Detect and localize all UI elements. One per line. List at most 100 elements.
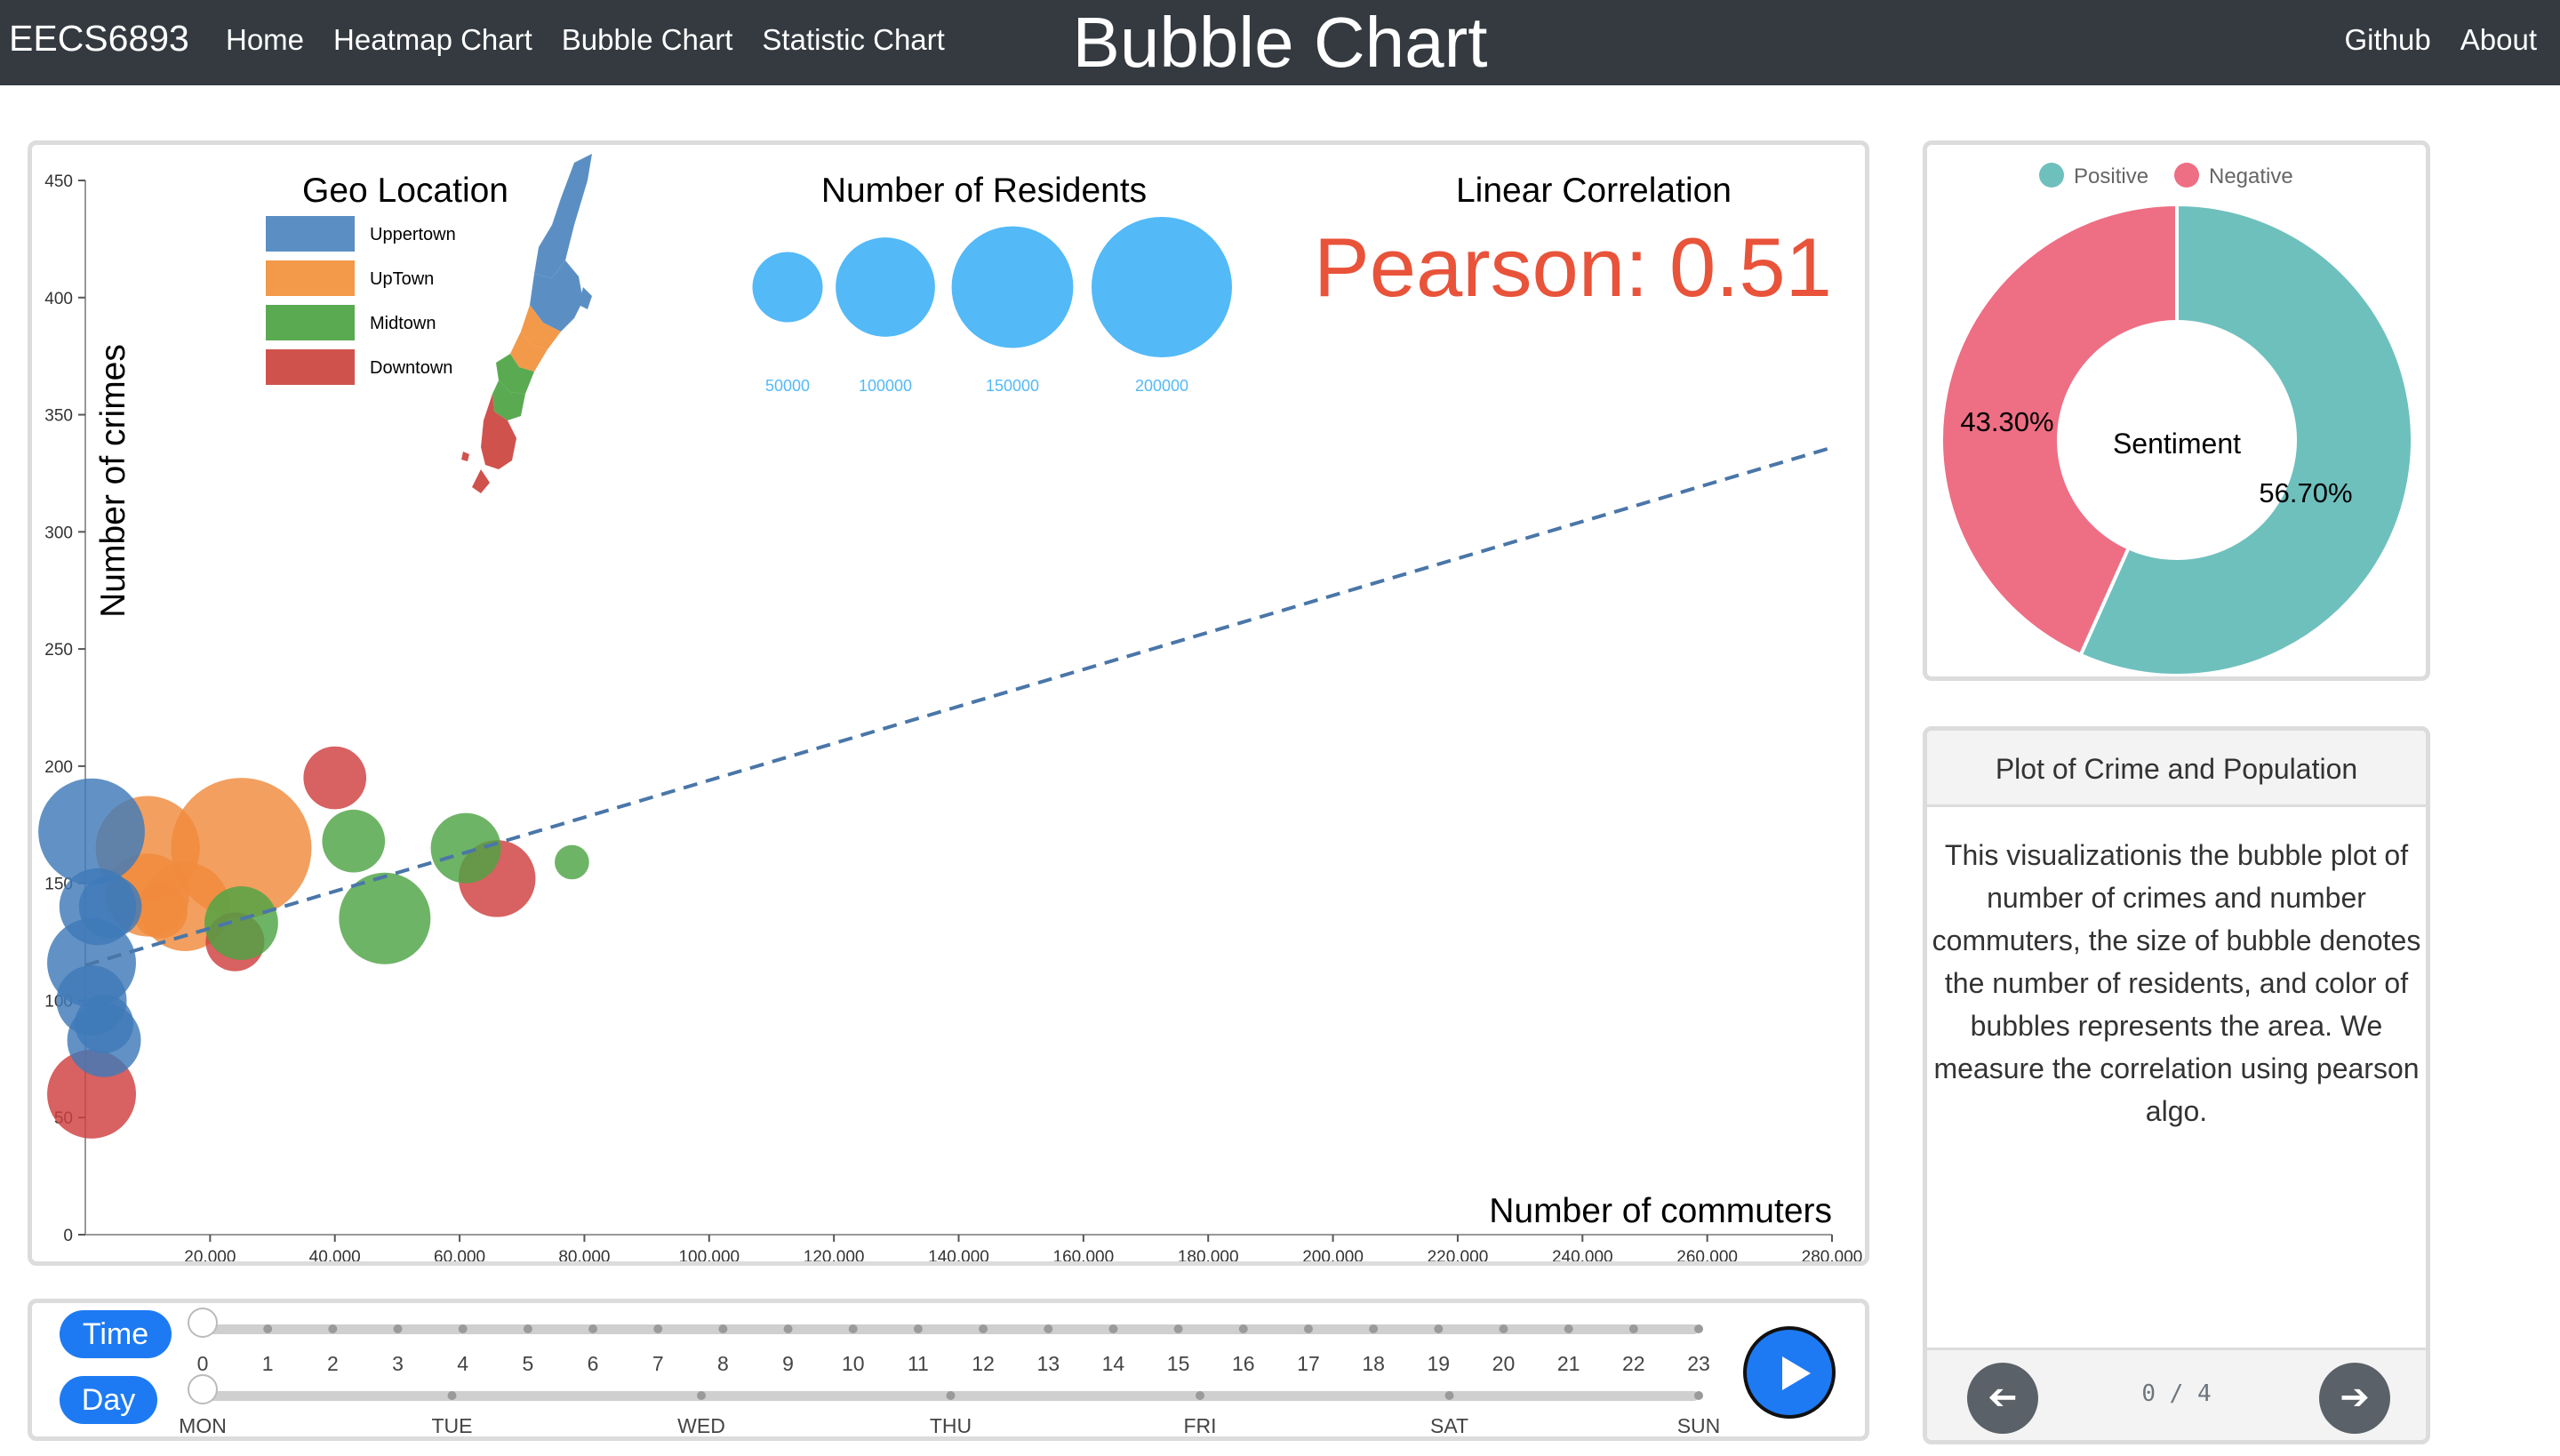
residents-legend: 50000 100000 150000 200000 xyxy=(752,217,1232,395)
residents-size-label: 150000 xyxy=(986,377,1039,395)
x-tick-label: 100,000 xyxy=(678,1248,740,1261)
residents-size-circle xyxy=(752,252,823,323)
nav-statistic-link[interactable]: Statistic Chart xyxy=(762,23,944,57)
residents-size-circle xyxy=(836,237,935,337)
positive-legend-label[interactable]: Positive xyxy=(2074,164,2148,188)
time-slider-tick xyxy=(458,1324,468,1333)
x-tick-label: 240,000 xyxy=(1552,1248,1613,1261)
time-slider-tick xyxy=(1044,1324,1053,1333)
sentiment-panel: Positive Negative Sentiment 56.70% 43.30… xyxy=(1923,140,2430,681)
sentiment-donut-chart: Positive Negative Sentiment 56.70% 43.30… xyxy=(1940,163,2414,677)
nav-right-links: Github About xyxy=(2316,23,2537,57)
info-card-footer: ➔ 0 / 4 ➔ xyxy=(1927,1348,2426,1440)
time-slider-label: 17 xyxy=(1297,1352,1320,1375)
time-slider-label: 11 xyxy=(908,1352,929,1375)
x-axis-label: Number of commuters xyxy=(1489,1192,1832,1230)
time-slider-tick xyxy=(1499,1324,1508,1333)
bubbles-layer xyxy=(38,746,589,1139)
info-card: Plot of Crime and Population This visual… xyxy=(1923,726,2430,1444)
time-slider-label: 20 xyxy=(1492,1352,1516,1375)
time-slider-track[interactable] xyxy=(203,1324,1699,1334)
positive-percent-label: 56.70% xyxy=(2259,477,2352,508)
bubble-downtown[interactable] xyxy=(303,746,367,810)
time-slider-label: 16 xyxy=(1232,1352,1255,1375)
time-slider-tick xyxy=(848,1324,858,1333)
day-slider-label: WED xyxy=(677,1414,725,1436)
info-card-body: This visualizationis the bubble plot of … xyxy=(1932,839,2421,1127)
time-slider-label: 9 xyxy=(782,1352,794,1375)
nav-home-link[interactable]: Home xyxy=(226,23,304,57)
trend-line xyxy=(84,445,1833,967)
nav-about-link[interactable]: About xyxy=(2460,23,2537,57)
geo-legend-swatch xyxy=(266,216,355,252)
time-slider-tick xyxy=(1628,1324,1638,1333)
nav-github-link[interactable]: Github xyxy=(2345,23,2431,57)
nav-heatmap-link[interactable]: Heatmap Chart xyxy=(333,23,532,57)
day-slider-tick xyxy=(1196,1391,1204,1400)
bubble-uppertown[interactable] xyxy=(67,1003,141,1077)
time-slider-label: 7 xyxy=(652,1352,664,1375)
day-slider-tick xyxy=(1444,1391,1454,1400)
pearson-label: Pearson: xyxy=(1314,220,1648,314)
time-slider-tick xyxy=(1303,1324,1313,1333)
nav-bubble-link[interactable]: Bubble Chart xyxy=(562,23,733,57)
time-slider-label: 8 xyxy=(717,1352,729,1375)
time-slider[interactable]: 0 1 2 3 4 5 6 7 8 9 10 11 12 13 14 15 16 17 18 19 20 21 22 23 xyxy=(188,1308,1710,1375)
time-slider-label: 3 xyxy=(392,1352,404,1375)
negative-legend-label[interactable]: Negative xyxy=(2209,164,2293,188)
x-tick-label: 120,000 xyxy=(804,1248,865,1261)
time-slider-label: 12 xyxy=(972,1352,995,1375)
time-slider-tick xyxy=(1564,1324,1573,1333)
next-button[interactable]: ➔ xyxy=(2319,1363,2390,1434)
sliders: 0 1 2 3 4 5 6 7 8 9 10 11 12 13 14 15 16 17 18 19 20 21 22 23 M… xyxy=(179,1308,1721,1436)
positive-legend-swatch[interactable] xyxy=(2039,163,2064,188)
bubble-midtown[interactable] xyxy=(322,809,386,873)
day-slider-label: TUE xyxy=(432,1414,473,1436)
residents-size-circle xyxy=(1092,217,1232,357)
day-slider-label: SAT xyxy=(1430,1414,1468,1436)
time-slider-label: 4 xyxy=(457,1352,468,1375)
geo-legend-swatch xyxy=(266,305,355,340)
day-slider-label: SUN xyxy=(1677,1414,1721,1436)
nav-links: Home Heatmap Chart Bubble Chart Statisti… xyxy=(226,23,974,57)
x-tick-label: 60,000 xyxy=(434,1248,485,1261)
residents-size-label: 50000 xyxy=(765,377,810,395)
negative-percent-label: 43.30% xyxy=(1960,406,2053,437)
play-icon xyxy=(1782,1356,1811,1390)
play-button[interactable] xyxy=(1743,1326,1836,1419)
x-tick-label: 180,000 xyxy=(1178,1248,1239,1261)
brand-link[interactable]: EECS6893 xyxy=(9,18,189,60)
time-slider-label: 1 xyxy=(262,1352,274,1375)
y-axis-label: Number of crimes xyxy=(94,344,132,618)
arrow-right-icon: ➔ xyxy=(2340,1378,2370,1417)
y-tick-label: 450 xyxy=(44,172,73,191)
bubble-midtown[interactable] xyxy=(555,844,589,880)
time-slider-label: 13 xyxy=(1036,1352,1060,1375)
y-tick-label: 400 xyxy=(44,290,73,308)
time-slider-tick xyxy=(1434,1324,1444,1333)
residents-size-circle xyxy=(951,226,1074,348)
time-slider-label: 6 xyxy=(588,1352,599,1375)
residents-size-label: 100000 xyxy=(859,377,912,395)
info-card-title: Plot of Crime and Population xyxy=(1927,731,2426,807)
geo-legend-label: Uppertown xyxy=(370,225,456,244)
geo-legend-swatch xyxy=(266,260,355,296)
bubble-midtown[interactable] xyxy=(430,812,501,884)
time-slider-label: 19 xyxy=(1428,1352,1451,1375)
residents-legend-title: Number of Residents xyxy=(821,172,1147,210)
time-slider-handle[interactable] xyxy=(188,1308,218,1338)
day-slider[interactable]: MON TUE WED THU FRI SAT SUN xyxy=(179,1374,1721,1436)
negative-legend-swatch[interactable] xyxy=(2174,163,2199,188)
day-slider-handle[interactable] xyxy=(188,1374,218,1404)
time-slider-label: 18 xyxy=(1362,1352,1385,1375)
time-slider-tick xyxy=(1238,1324,1248,1333)
navbar: EECS6893 Home Heatmap Chart Bubble Chart… xyxy=(0,0,2560,85)
y-tick-label: 0 xyxy=(63,1227,73,1245)
day-slider-label: THU xyxy=(930,1414,972,1436)
time-slider-label: 15 xyxy=(1167,1352,1190,1375)
time-slider-label: 10 xyxy=(842,1352,865,1375)
bubble-midtown[interactable] xyxy=(204,886,278,960)
geo-legend-label: Midtown xyxy=(370,314,436,333)
day-slider-tick xyxy=(697,1391,706,1400)
day-slider-tick xyxy=(946,1391,956,1400)
